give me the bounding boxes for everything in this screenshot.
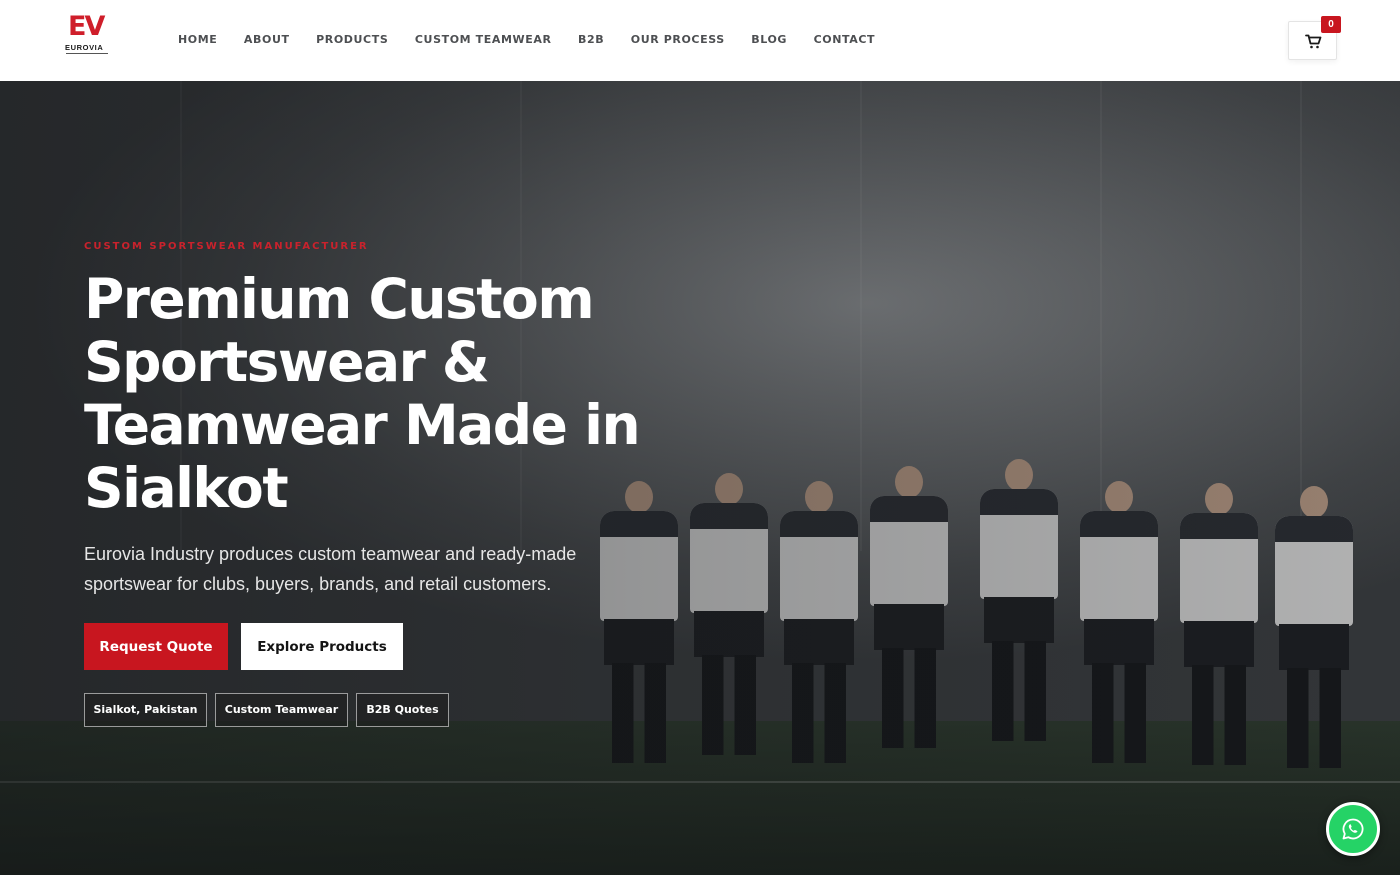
whatsapp-chat-button[interactable]: [1326, 802, 1380, 856]
cart-count-badge: 0: [1321, 16, 1341, 33]
nav-b2b[interactable]: B2B: [578, 33, 604, 46]
whatsapp-icon: [1342, 818, 1364, 840]
request-quote-button[interactable]: Request Quote: [84, 623, 228, 670]
explore-products-button[interactable]: Explore Products: [241, 623, 403, 670]
tag-b2b-quotes: B2B Quotes: [356, 693, 449, 727]
logo-mark: EV: [68, 11, 105, 42]
nav-our-process[interactable]: OUR PROCESS: [631, 33, 725, 46]
hero-subheading: Eurovia Industry produces custom teamwea…: [84, 544, 577, 594]
nav-products[interactable]: PRODUCTS: [316, 33, 388, 46]
site-header: EV EUROVIA HOME ABOUT PRODUCTS CUSTOM TE…: [0, 0, 1400, 81]
nav-contact[interactable]: CONTACT: [814, 33, 876, 46]
logo-name: EUROVIA: [65, 43, 104, 52]
hero-section: CUSTOM SPORTSWEAR MANUFACTURER Premium C…: [0, 81, 1400, 875]
eurovia-logo[interactable]: EV EUROVIA: [64, 13, 110, 57]
nav-home[interactable]: HOME: [178, 33, 217, 46]
hero-headline: Premium Custom Sportswear & Teamwear Mad…: [84, 267, 641, 520]
hero-eyebrow: CUSTOM SPORTSWEAR MANUFACTURER: [84, 241, 369, 252]
nav-blog[interactable]: BLOG: [751, 33, 787, 46]
nav-about[interactable]: ABOUT: [244, 33, 290, 46]
cart-icon: [1305, 34, 1322, 49]
nav-custom-teamwear[interactable]: CUSTOM TEAMWEAR: [415, 33, 552, 46]
logo-underline: [66, 53, 108, 54]
tag-custom-teamwear: Custom Teamwear: [215, 693, 348, 727]
main-nav: HOME ABOUT PRODUCTS CUSTOM TEAMWEAR B2B …: [178, 33, 902, 46]
tag-location: Sialkot, Pakistan: [84, 693, 207, 727]
